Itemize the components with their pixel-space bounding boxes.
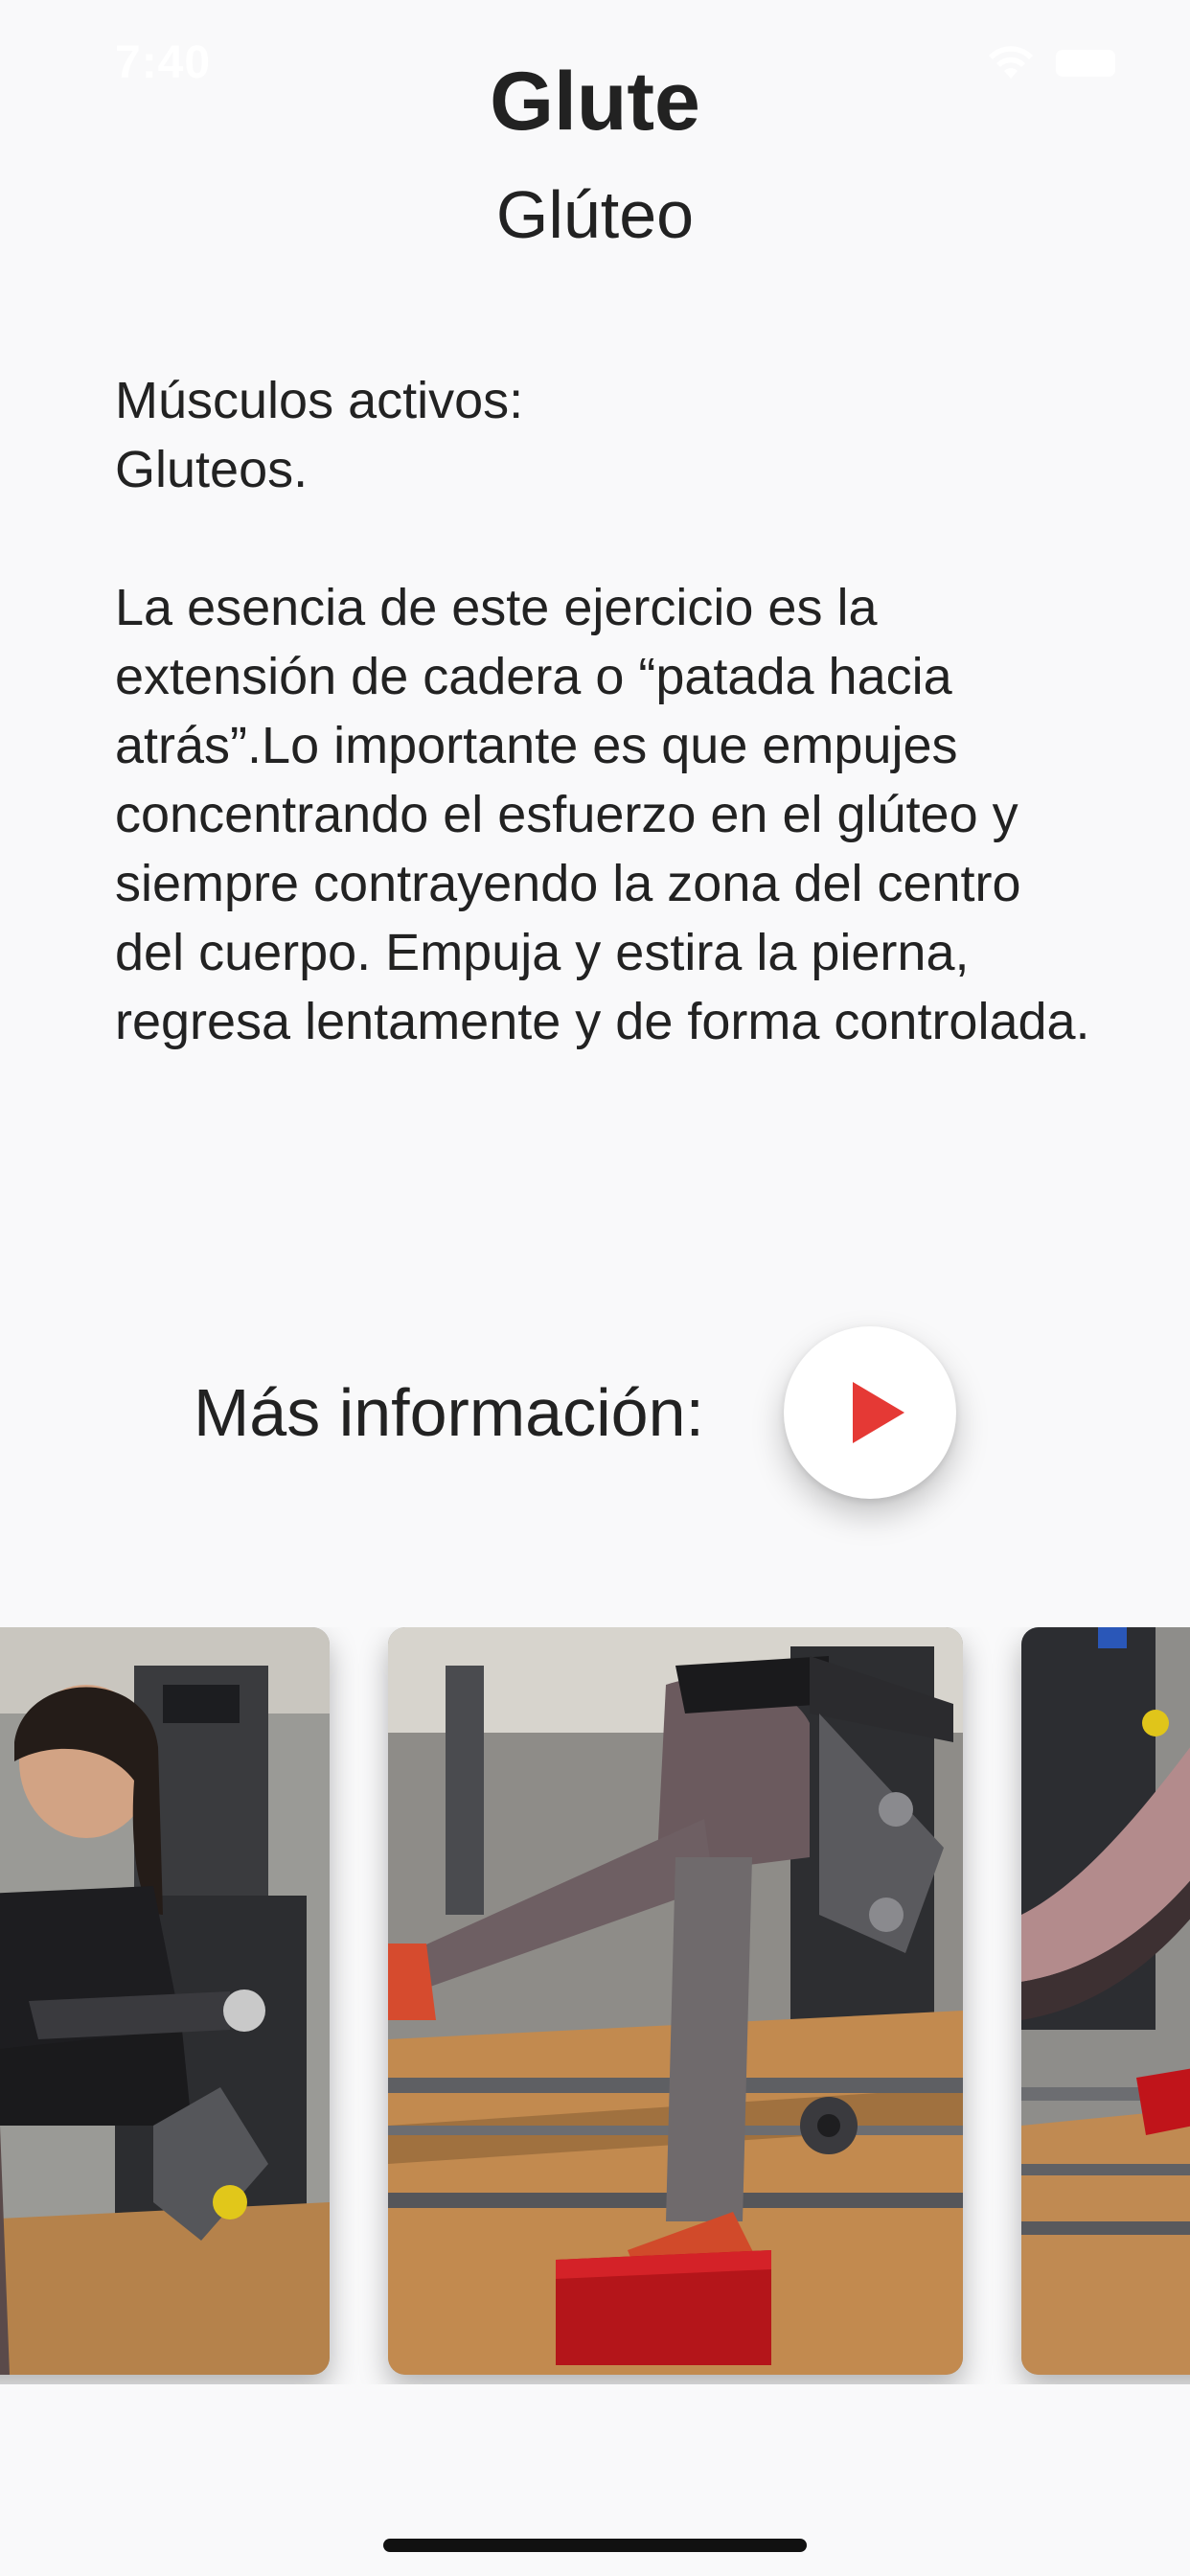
more-info-label: Más información: (194, 1375, 704, 1450)
play-icon (853, 1382, 904, 1443)
play-video-button[interactable] (784, 1326, 956, 1499)
glute-machine-closeup-image (1021, 1627, 1190, 2375)
exercise-instructions: La esencia de este ejercicio es la exten… (115, 579, 1090, 1050)
gallery-photo[interactable] (0, 1627, 330, 2375)
photo-gallery[interactable] (0, 1627, 1190, 2384)
active-muscles-value: Gluteos. (115, 441, 309, 498)
woman-on-glute-machine-image (0, 1627, 330, 2375)
glute-kickback-image (388, 1627, 963, 2375)
active-muscles-label: Músculos activos: (115, 372, 524, 429)
page-title: Glute (490, 56, 700, 148)
exercise-description: Músculos activos: Gluteos. La esencia de… (115, 366, 1092, 1056)
gallery-photo[interactable] (388, 1627, 963, 2375)
gallery-photo[interactable] (1021, 1627, 1190, 2375)
home-indicator (383, 2539, 807, 2552)
page-subtitle: Glúteo (495, 177, 695, 252)
